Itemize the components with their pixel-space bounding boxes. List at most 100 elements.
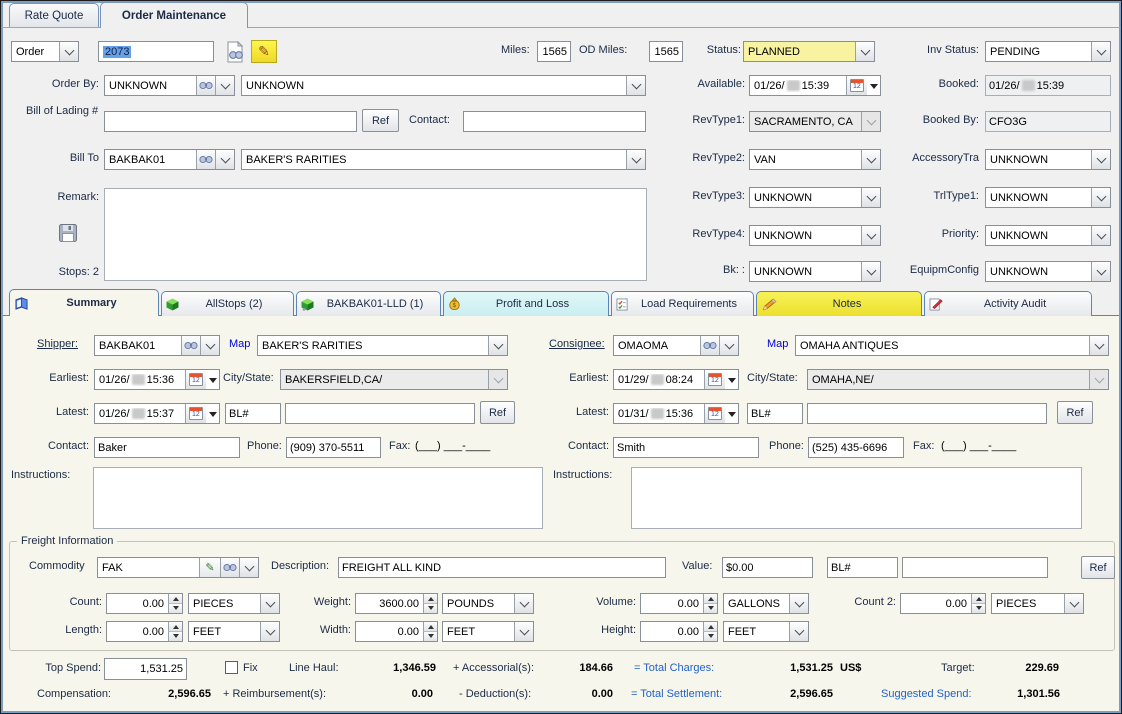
spinner-icon[interactable]	[168, 622, 182, 641]
shipper-latest-picker[interactable]: 01/26/15:37	[94, 403, 220, 424]
lookup-icon[interactable]	[181, 336, 200, 355]
tab-summary[interactable]: Summary	[9, 289, 159, 316]
chevron-down-icon[interactable]	[1091, 262, 1110, 281]
consignee-contact-input[interactable]	[613, 437, 759, 458]
order-by-code-combo[interactable]: UNKNOWN	[104, 75, 235, 96]
lookup-icon[interactable]	[196, 76, 215, 95]
chevron-down-icon[interactable]	[488, 336, 507, 355]
consignee-instructions-textarea[interactable]	[631, 467, 1082, 529]
shipper-phone-input[interactable]	[286, 437, 381, 458]
consignee-name-select[interactable]: OMAHA ANTIQUES	[795, 335, 1109, 356]
spinner-icon[interactable]	[423, 622, 437, 641]
datepicker-arrow-icon[interactable]	[206, 407, 219, 421]
consignee-bl-input[interactable]	[807, 403, 1047, 424]
count-stepper[interactable]: 0.00	[106, 593, 183, 614]
shipper-name-select[interactable]: BAKER'S RARITIES	[257, 335, 508, 356]
chevron-down-icon[interactable]	[1064, 594, 1083, 613]
bill-of-lading-input[interactable]	[104, 111, 357, 132]
consignee-phone-input[interactable]	[808, 437, 904, 458]
shipper-code-combo[interactable]: BAKBAK01	[94, 335, 220, 356]
length-unit-select[interactable]: FEET	[188, 621, 280, 642]
count-unit-select[interactable]: PIECES	[188, 593, 280, 614]
chevron-down-icon[interactable]	[200, 336, 219, 355]
consignee-fax-value[interactable]: (___) ___-____	[941, 440, 1016, 452]
fix-checkbox[interactable]	[225, 661, 238, 674]
chevron-down-icon[interactable]	[1091, 188, 1110, 207]
trltype1-select[interactable]: UNKNOWN	[985, 187, 1111, 208]
shipper-instructions-textarea[interactable]	[93, 467, 543, 529]
tab-activity-audit[interactable]: Activity Audit	[924, 291, 1092, 316]
tab-load-requirements[interactable]: Load Requirements	[611, 291, 754, 316]
datepicker-icon[interactable]	[704, 370, 725, 389]
accessorytra-select[interactable]: UNKNOWN	[985, 149, 1111, 170]
datepicker-icon[interactable]	[185, 370, 206, 389]
lookup-icon[interactable]	[196, 150, 215, 169]
spinner-icon[interactable]	[168, 594, 182, 613]
shipper-map-link[interactable]: Map	[229, 338, 250, 350]
tab-bakbak01-lld[interactable]: BAKBAK01-LLD (1)	[296, 291, 441, 316]
top-spend-input[interactable]	[104, 658, 187, 680]
spinner-icon[interactable]	[423, 594, 437, 613]
spinner-icon[interactable]	[703, 622, 717, 641]
consignee-earliest-picker[interactable]: 01/29/08:24	[613, 369, 739, 390]
priority-select[interactable]: UNKNOWN	[985, 225, 1111, 246]
remark-textarea[interactable]	[104, 188, 647, 281]
volume-stepper[interactable]: 0.00	[640, 593, 718, 614]
order-number-input[interactable]: 2073	[98, 41, 214, 62]
shipper-fax-value[interactable]: (___) ___-____	[415, 440, 490, 452]
width-stepper[interactable]: 0.00	[355, 621, 438, 642]
height-unit-select[interactable]: FEET	[723, 621, 809, 642]
tab-rate-quote[interactable]: Rate Quote	[9, 3, 99, 27]
datepicker-icon[interactable]	[704, 404, 725, 423]
chevron-down-icon[interactable]	[215, 150, 234, 169]
length-stepper[interactable]: 0.00	[106, 621, 183, 642]
consignee-ref-button[interactable]: Ref	[1057, 401, 1093, 424]
save-remark-icon[interactable]	[58, 223, 78, 243]
shipper-bl-input[interactable]	[285, 403, 475, 424]
datepicker-arrow-icon[interactable]	[206, 373, 219, 387]
chevron-down-icon[interactable]	[215, 76, 234, 95]
datepicker-icon[interactable]	[185, 404, 206, 423]
chevron-down-icon[interactable]	[789, 594, 808, 613]
tab-profit-and-loss[interactable]: $ Profit and Loss	[443, 291, 609, 316]
datepicker-arrow-icon[interactable]	[725, 373, 738, 387]
chevron-down-icon[interactable]	[514, 594, 533, 613]
tab-allstops[interactable]: AllStops (2)	[161, 291, 294, 316]
width-unit-select[interactable]: FEET	[442, 621, 534, 642]
volume-unit-select[interactable]: GALLONS	[723, 593, 809, 614]
order-type-select[interactable]: Order	[11, 41, 79, 62]
order-search-icon[interactable]	[223, 40, 247, 63]
tab-order-maintenance[interactable]: Order Maintenance	[100, 2, 248, 28]
lookup-icon[interactable]	[700, 336, 719, 355]
bill-to-code-combo[interactable]: BAKBAK01	[104, 149, 235, 170]
consignee-link[interactable]: Consignee:	[549, 338, 605, 350]
datepicker-arrow-icon[interactable]	[725, 407, 738, 421]
chevron-down-icon[interactable]	[1091, 42, 1110, 61]
lookup-icon[interactable]	[220, 558, 239, 577]
equipmconfig-select[interactable]: UNKNOWN	[985, 261, 1111, 282]
spinner-icon[interactable]	[703, 594, 717, 613]
spinner-icon[interactable]	[971, 594, 985, 613]
consignee-latest-picker[interactable]: 01/31/15:36	[613, 403, 739, 424]
shipper-ref-button[interactable]: Ref	[480, 401, 515, 424]
order-by-name-select[interactable]: UNKNOWN	[241, 75, 646, 96]
consignee-code-combo[interactable]: OMAOMA	[613, 335, 739, 356]
chevron-down-icon[interactable]	[260, 594, 279, 613]
description-input[interactable]	[338, 557, 666, 578]
commodity-combo[interactable]: FAK ✎	[97, 557, 259, 578]
chevron-down-icon[interactable]	[239, 558, 258, 577]
bol-ref-button[interactable]: Ref	[362, 109, 399, 132]
header-contact-input[interactable]	[463, 111, 646, 132]
order-edit-icon[interactable]: ✎	[251, 40, 277, 63]
tab-notes[interactable]: Notes	[756, 291, 922, 316]
weight-unit-select[interactable]: POUNDS	[442, 593, 534, 614]
chevron-down-icon[interactable]	[1091, 150, 1110, 169]
inv-status-select[interactable]: PENDING	[985, 41, 1111, 62]
consignee-map-link[interactable]: Map	[767, 338, 788, 350]
height-stepper[interactable]: 0.00	[640, 621, 718, 642]
bill-to-name-select[interactable]: BAKER'S RARITIES	[241, 149, 646, 170]
shipper-earliest-picker[interactable]: 01/26/15:36	[94, 369, 220, 390]
chevron-down-icon[interactable]	[1089, 336, 1108, 355]
chevron-down-icon[interactable]	[719, 336, 738, 355]
commodity-edit-icon[interactable]: ✎	[199, 558, 220, 577]
